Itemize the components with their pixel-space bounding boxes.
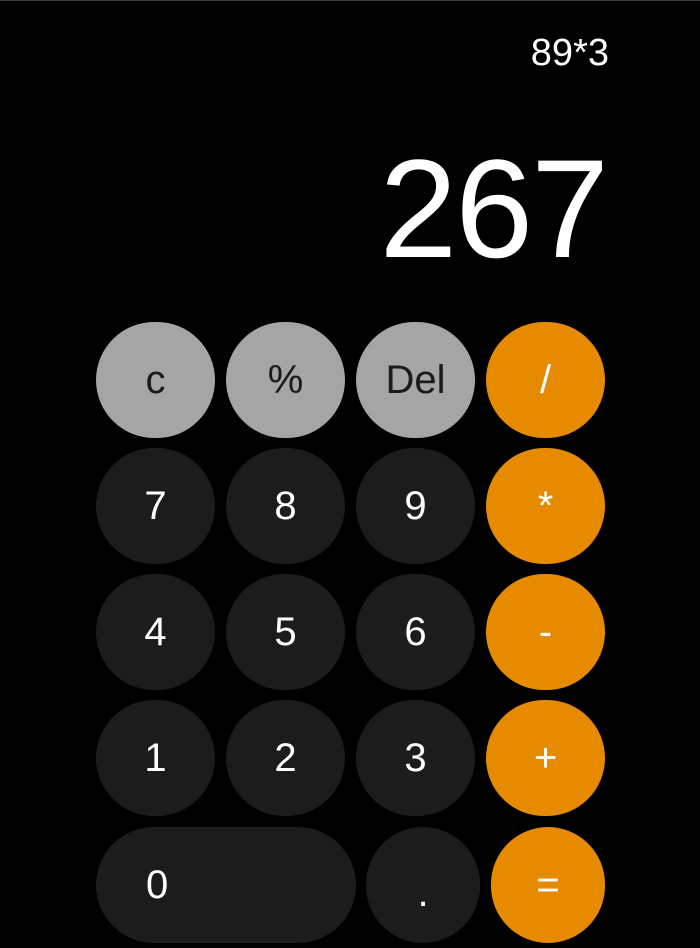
divide-button[interactable]: / — [486, 322, 605, 438]
equals-button-label: = — [536, 863, 560, 907]
equals-button[interactable]: = — [491, 827, 605, 943]
add-button-label: + — [533, 736, 558, 780]
delete-button[interactable]: Del — [356, 322, 475, 438]
add-button[interactable]: + — [486, 700, 605, 816]
subtract-button-label: - — [538, 610, 553, 654]
nine-button-label: 9 — [404, 484, 427, 528]
decimal-button[interactable]: . — [366, 827, 480, 943]
one-button-label: 1 — [144, 736, 167, 780]
divide-button-label: / — [539, 358, 552, 402]
six-button-label: 6 — [404, 610, 427, 654]
percent-button[interactable]: % — [226, 322, 345, 438]
seven-button-label: 7 — [144, 484, 167, 528]
four-button[interactable]: 4 — [96, 574, 215, 690]
result-display: 267 — [379, 130, 609, 287]
seven-button[interactable]: 7 — [96, 448, 215, 564]
two-button-label: 2 — [274, 736, 297, 780]
percent-button-label: % — [267, 358, 304, 402]
eight-button-label: 8 — [274, 484, 297, 528]
four-button-label: 4 — [144, 610, 167, 654]
five-button-label: 5 — [274, 610, 297, 654]
subtract-button[interactable]: - — [486, 574, 605, 690]
one-button[interactable]: 1 — [96, 700, 215, 816]
decimal-button-label: . — [417, 871, 429, 915]
multiply-button-label: * — [537, 484, 554, 528]
five-button[interactable]: 5 — [226, 574, 345, 690]
six-button[interactable]: 6 — [356, 574, 475, 690]
expression-display: 89*3 — [530, 32, 609, 74]
calculator: 89*3 267 c % Del / 7 8 9 * 4 5 6 - 1 2 3… — [0, 0, 700, 948]
three-button[interactable]: 3 — [356, 700, 475, 816]
clear-button[interactable]: c — [96, 322, 215, 438]
eight-button[interactable]: 8 — [226, 448, 345, 564]
multiply-button[interactable]: * — [486, 448, 605, 564]
zero-button-label: 0 — [146, 863, 169, 907]
delete-button-label: Del — [385, 358, 446, 402]
three-button-label: 3 — [404, 736, 427, 780]
nine-button[interactable]: 9 — [356, 448, 475, 564]
zero-button[interactable]: 0 — [96, 827, 356, 943]
two-button[interactable]: 2 — [226, 700, 345, 816]
clear-button-label: c — [145, 358, 166, 402]
